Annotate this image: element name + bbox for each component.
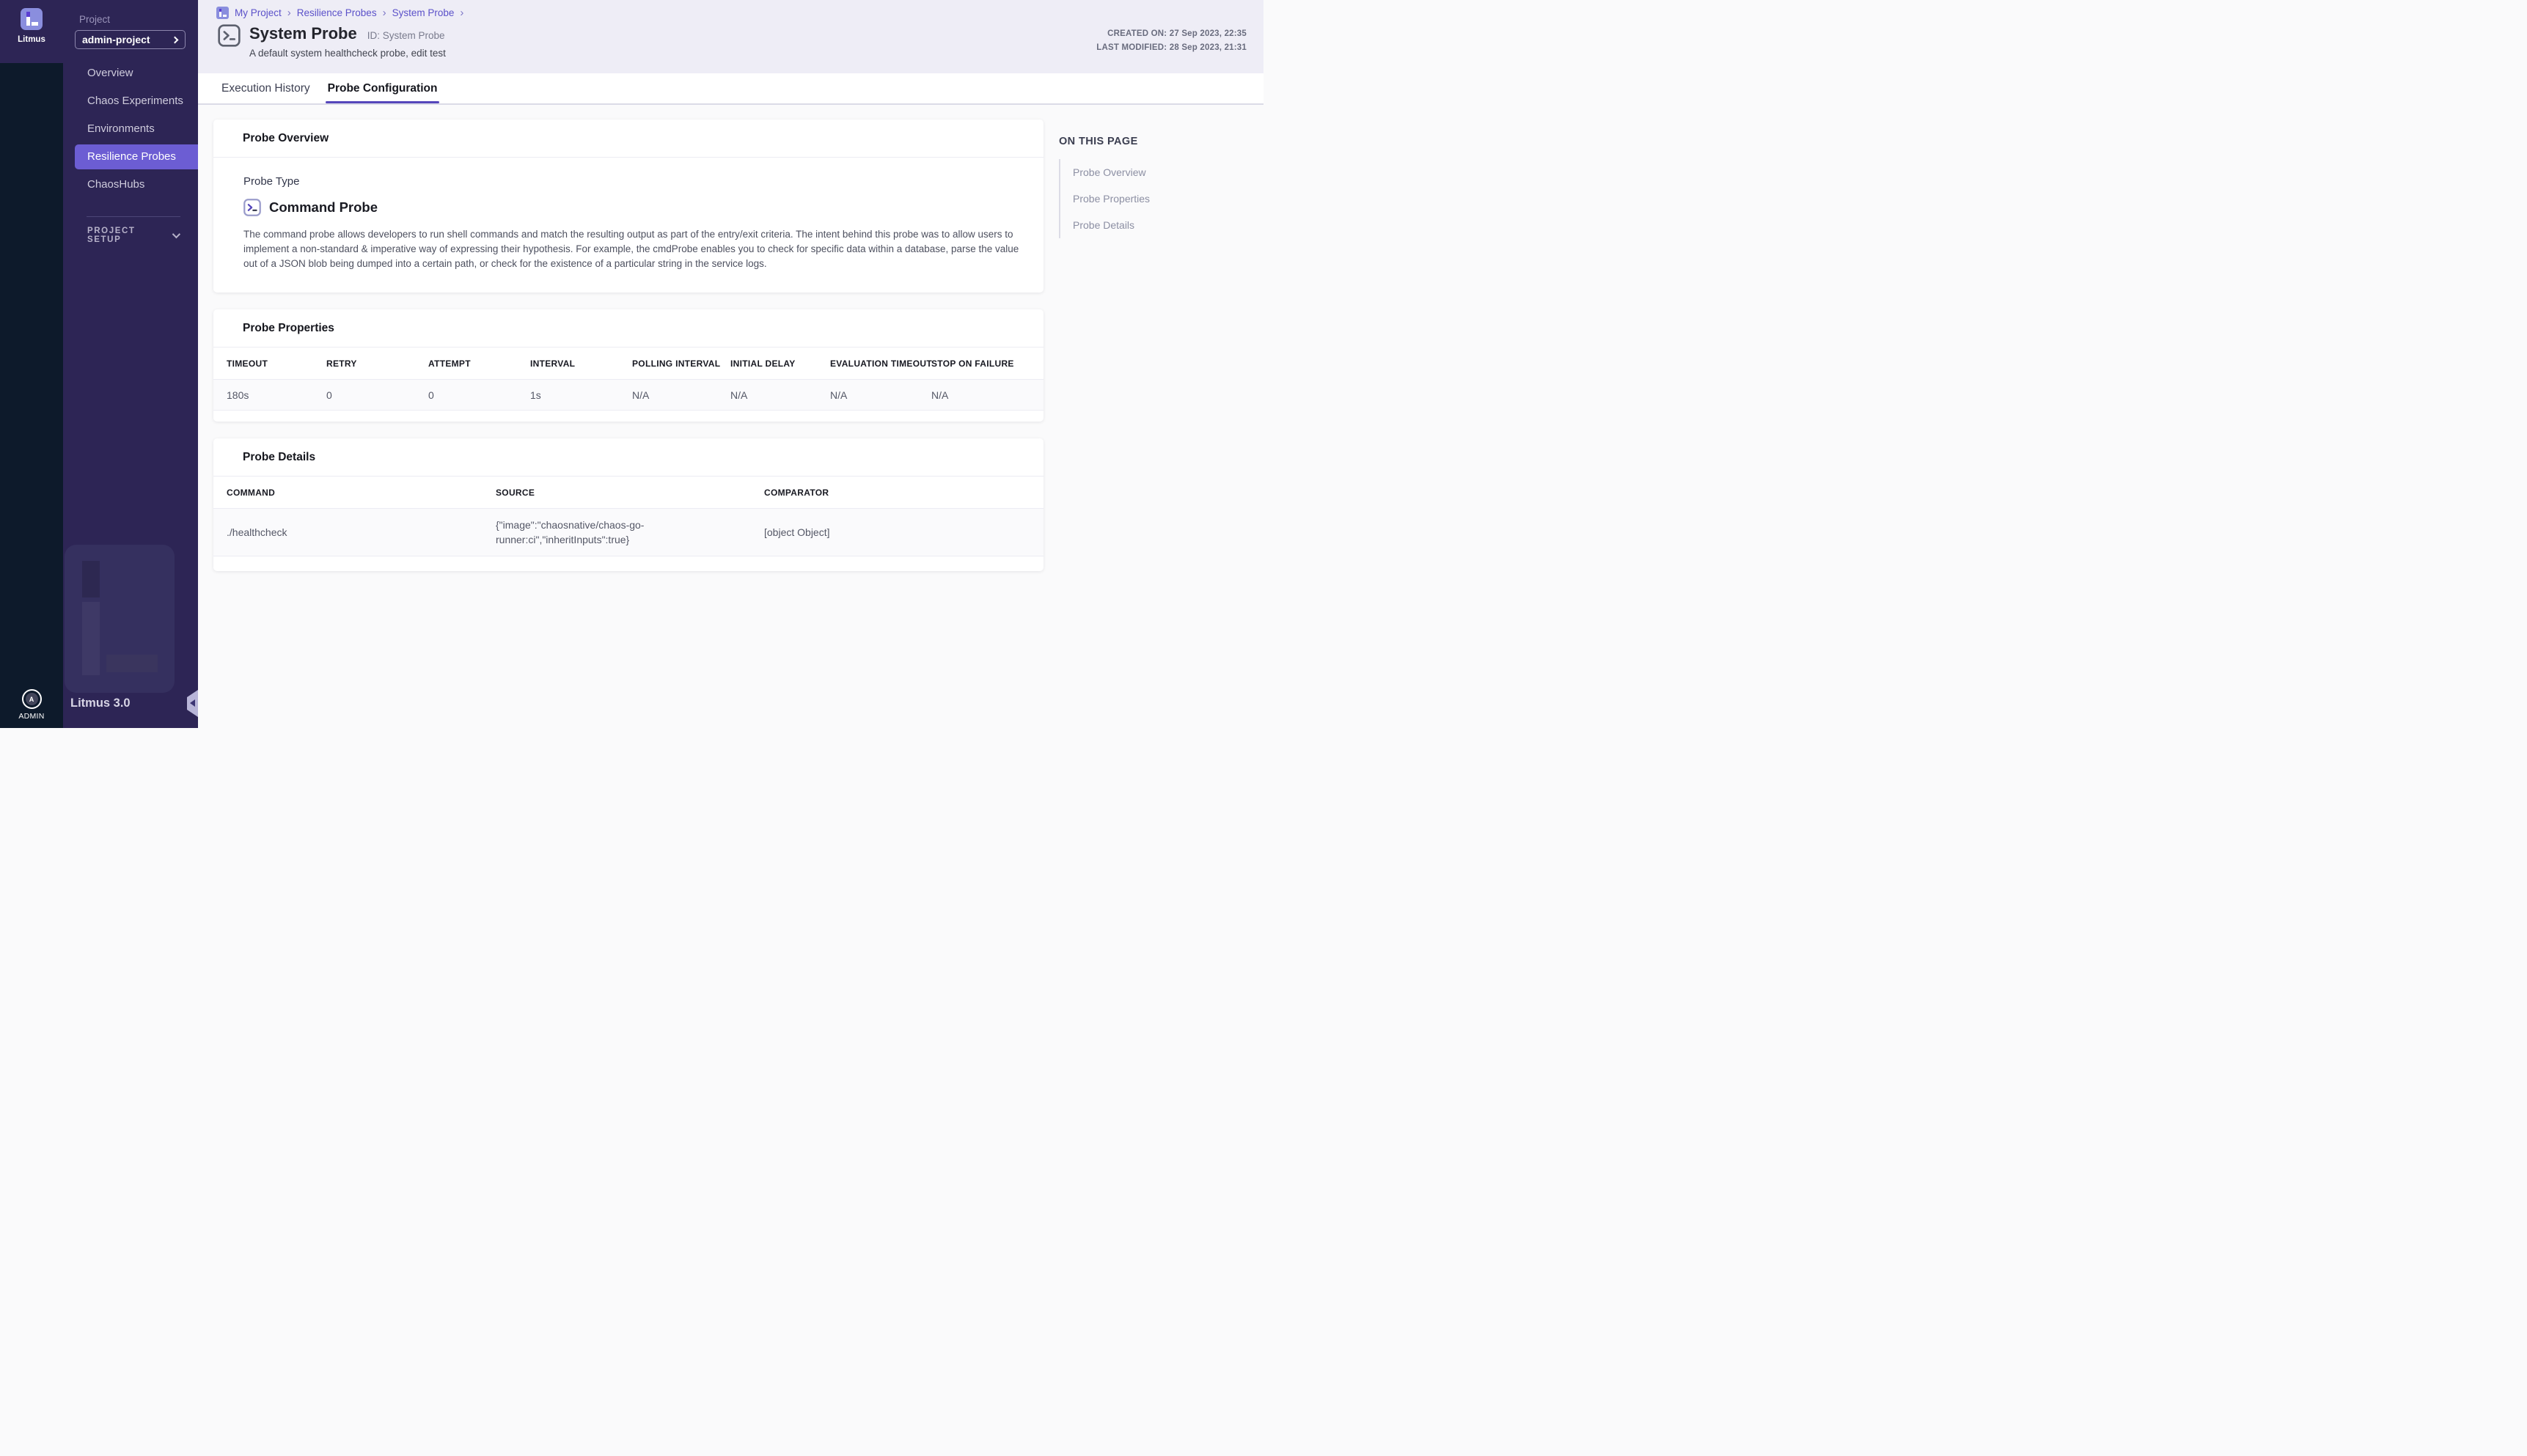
page-title: System Probe [249,24,357,43]
on-this-page-nav: ON THIS PAGE Probe Overview Probe Proper… [1059,136,1242,238]
val-source: {"image":"chaosnative/chaos-go-runner:ci… [496,518,661,547]
sidebar-nav: Overview Chaos Experiments Environments … [63,61,198,197]
left-rail: Litmus A ADMIN [0,0,63,728]
col-comparator: COMPARATOR [764,488,1044,498]
rail-brand-block: Litmus [0,0,63,63]
content: Probe Overview Probe Type Command Probe … [198,106,1264,728]
card-footer-spacer [213,411,1044,422]
breadcrumb-my-project[interactable]: My Project [235,7,282,18]
user-menu[interactable]: A ADMIN [0,689,63,721]
col-polling-interval: POLLING INTERVAL [632,359,730,369]
val-command: ./healthcheck [227,526,496,538]
sidebar-item-chaoshubs[interactable]: ChaosHubs [63,172,198,197]
breadcrumb-logo-icon [216,7,229,19]
probe-subtitle: A default system healthcheck probe, edit… [249,48,446,59]
project-selector[interactable]: admin-project [75,30,186,49]
title-block: System Probe ID: System Probe A default … [218,24,446,59]
tab-execution-history[interactable]: Execution History [221,73,310,103]
properties-value-row: 180s 0 0 1s N/A N/A N/A N/A [213,380,1044,411]
probe-details-card: Probe Details COMMAND SOURCE COMPARATOR … [213,438,1044,571]
card-footer-spacer [213,556,1044,571]
timestamps: CREATED ON: 27 Sep 2023, 22:35 LAST MODI… [1096,27,1247,55]
details-value-row: ./healthcheck {"image":"chaosnative/chao… [213,509,1044,556]
breadcrumb: My Project › Resilience Probes › System … [216,7,463,19]
logo-vertical-bar [26,17,30,26]
probe-properties-heading: Probe Properties [213,309,1044,348]
project-setup-toggle[interactable]: PROJECT SETUP [63,227,198,244]
probe-type-label: Probe Type [243,175,1035,188]
col-source: SOURCE [496,488,764,498]
probe-overview-heading: Probe Overview [213,120,1044,158]
project-setup-label: PROJECT SETUP [87,227,172,244]
sidebar-item-environments[interactable]: Environments [63,117,198,141]
created-on: CREATED ON: 27 Sep 2023, 22:35 [1096,27,1247,41]
col-evaluation-timeout: EVALUATION TIMEOUT [830,359,931,369]
main-area: My Project › Resilience Probes › System … [198,0,1264,728]
collapse-arrow-icon [190,699,195,707]
probe-properties-card: Probe Properties TIMEOUT RETRY ATTEMPT I… [213,309,1044,422]
probe-details-heading: Probe Details [213,438,1044,477]
col-attempt: ATTEMPT [428,359,530,369]
avatar[interactable]: A [22,689,42,709]
sidebar: Project admin-project Overview Chaos Exp… [63,0,198,728]
watermark-bar [82,561,100,598]
logo-horizontal-bar [32,22,38,26]
col-retry: RETRY [326,359,428,369]
probe-id: ID: System Probe [367,30,445,41]
project-label: Project [79,14,198,25]
probe-type-value: Command Probe [269,199,378,216]
avatar-initial: A [26,693,38,705]
breadcrumb-separator: › [460,7,463,19]
command-probe-icon [243,199,261,216]
col-command: COMMAND [227,488,496,498]
col-stop-on-failure: STOP ON FAILURE [931,359,1044,369]
details-header-row: COMMAND SOURCE COMPARATOR [213,477,1044,509]
properties-header-row: TIMEOUT RETRY ATTEMPT INTERVAL POLLING I… [213,348,1044,380]
brand-name: Litmus [0,35,63,44]
val-attempt: 0 [428,389,530,401]
on-this-page-heading: ON THIS PAGE [1059,136,1242,147]
chevron-down-icon [172,230,180,238]
watermark-bar [106,655,158,672]
onpage-link-probe-properties[interactable]: Probe Properties [1073,185,1242,212]
sidebar-divider [87,216,180,217]
tab-probe-configuration[interactable]: Probe Configuration [328,73,438,103]
breadcrumb-resilience-probes[interactable]: Resilience Probes [297,7,377,18]
col-initial-delay: INITIAL DELAY [730,359,830,369]
chevron-right-icon [172,37,179,44]
val-stop-on-failure: N/A [931,389,1044,401]
breadcrumb-system-probe[interactable]: System Probe [392,7,455,18]
val-initial-delay: N/A [730,389,830,401]
val-retry: 0 [326,389,428,401]
app-version: Litmus 3.0 [70,696,131,710]
val-evaluation-timeout: N/A [830,389,931,401]
litmus-watermark [65,545,175,693]
val-timeout: 180s [227,389,326,401]
val-interval: 1s [530,389,632,401]
sidebar-item-chaos-experiments[interactable]: Chaos Experiments [63,89,198,114]
tab-bar: Execution History Probe Configuration [198,73,1264,105]
onpage-link-probe-details[interactable]: Probe Details [1073,212,1242,238]
logo-accent-bar [26,12,30,17]
col-interval: INTERVAL [530,359,632,369]
watermark-bar [82,602,100,675]
val-polling-interval: N/A [632,389,730,401]
sidebar-item-resilience-probes[interactable]: Resilience Probes [75,144,198,169]
terminal-icon [218,24,241,47]
val-comparator: [object Object] [764,526,1044,538]
sidebar-item-overview[interactable]: Overview [63,61,198,86]
breadcrumb-separator: › [287,7,291,19]
breadcrumb-separator: › [383,7,386,19]
probe-overview-card: Probe Overview Probe Type Command Probe … [213,120,1044,293]
litmus-logo-icon[interactable] [21,8,43,30]
onpage-link-probe-overview[interactable]: Probe Overview [1073,159,1242,185]
page-header: My Project › Resilience Probes › System … [198,0,1264,73]
col-timeout: TIMEOUT [227,359,326,369]
probe-description: The command probe allows developers to r… [243,227,1035,271]
last-modified: LAST MODIFIED: 28 Sep 2023, 21:31 [1096,41,1247,55]
project-selector-value: admin-project [82,34,150,45]
user-role-label: ADMIN [0,712,63,721]
